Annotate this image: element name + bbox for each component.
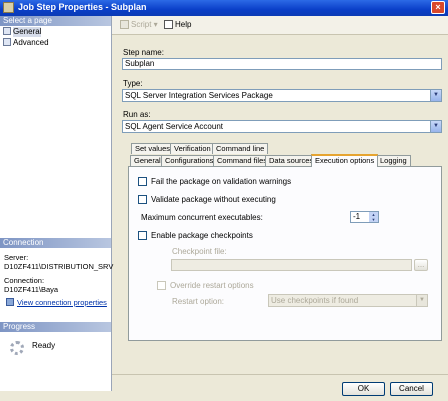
page-icon xyxy=(3,27,11,35)
help-icon xyxy=(164,20,173,29)
override-restart-checkbox[interactable]: Override restart options xyxy=(157,281,254,290)
sidebar-item-advanced[interactable]: Advanced xyxy=(3,38,49,48)
enable-checkpoints-checkbox[interactable]: Enable package checkpoints xyxy=(138,231,253,240)
chevron-down-icon: ▼ xyxy=(430,121,441,132)
tab-configurations[interactable]: Configurations xyxy=(161,155,218,166)
fail-on-warnings-checkbox[interactable]: Fail the package on validation warnings xyxy=(138,177,291,186)
tab-general[interactable]: General xyxy=(130,155,165,166)
checkpoint-file-label: Checkpoint file: xyxy=(172,247,227,256)
connection-value: D10ZF411\Baya xyxy=(4,285,59,294)
checkpoint-file-input[interactable] xyxy=(171,259,412,271)
run-as-select[interactable]: SQL Agent Service Account ▼ xyxy=(122,120,442,133)
type-select[interactable]: SQL Server Integration Services Package … xyxy=(122,89,442,102)
page-icon xyxy=(3,38,11,46)
restart-option-select[interactable]: Use checkpoints if found ▼ xyxy=(268,294,428,307)
tab-logging[interactable]: Logging xyxy=(376,155,411,166)
cancel-button[interactable]: Cancel xyxy=(390,382,433,396)
tab-set-values[interactable]: Set values xyxy=(131,143,175,154)
server-label: Server: xyxy=(4,253,29,262)
window-title: Job Step Properties - Subplan xyxy=(18,2,147,12)
tab-execution-options[interactable]: Execution options xyxy=(311,154,379,167)
step-name-input[interactable]: Subplan xyxy=(122,58,442,70)
connection-label: Connection: xyxy=(4,276,45,285)
view-connection-properties-link[interactable]: View connection properties xyxy=(6,298,107,307)
sidebar: Select a page General Advanced Connectio… xyxy=(0,16,113,391)
select-page-header: Select a page xyxy=(0,16,111,26)
sidebar-item-label: Advanced xyxy=(13,38,49,47)
type-label: Type: xyxy=(123,79,143,88)
script-button[interactable]: Script ▾ xyxy=(120,20,158,29)
close-button[interactable]: × xyxy=(431,1,445,14)
tab-command-line[interactable]: Command line xyxy=(212,143,269,154)
tab-command-files[interactable]: Command files xyxy=(213,155,272,166)
server-block: Server: D10ZF411\DISTRIBUTION_SRV xyxy=(4,253,113,271)
connection-properties-icon xyxy=(6,298,14,306)
help-button[interactable]: Help xyxy=(164,20,191,29)
chevron-down-icon: ▼ xyxy=(430,90,441,101)
script-icon xyxy=(120,20,129,29)
validate-without-executing-checkbox[interactable]: Validate package without executing xyxy=(138,195,276,204)
max-concurrent-label: Maximum concurrent executables: xyxy=(141,213,263,222)
ok-button[interactable]: OK xyxy=(342,382,385,396)
toolbar: Script ▾ Help xyxy=(112,16,448,35)
title-bar: Job Step Properties - Subplan × xyxy=(0,0,448,16)
browse-checkpoint-button[interactable]: ... xyxy=(414,259,428,271)
step-name-label: Step name: xyxy=(123,48,164,57)
progress-spinner-icon xyxy=(10,341,24,355)
tab-data-sources[interactable]: Data sources xyxy=(265,155,318,166)
server-value: D10ZF411\DISTRIBUTION_SRV xyxy=(4,262,114,271)
footer-divider xyxy=(112,374,448,375)
connection-header: Connection xyxy=(0,238,111,248)
progress-header: Progress xyxy=(0,322,111,332)
restart-option-label: Restart option: xyxy=(172,297,225,306)
app-icon xyxy=(3,2,14,13)
sidebar-item-general[interactable]: General xyxy=(3,27,42,37)
max-concurrent-spinbox[interactable]: -1 ▲ ▼ xyxy=(350,211,379,223)
connection-block: Connection: D10ZF411\Baya xyxy=(4,276,58,294)
tab-verification[interactable]: Verification xyxy=(170,143,215,154)
sidebar-item-label: General xyxy=(13,27,42,37)
chevron-down-icon: ▼ xyxy=(416,295,427,306)
run-as-label: Run as: xyxy=(123,110,151,119)
progress-status: Ready xyxy=(32,341,56,350)
spin-down-icon[interactable]: ▼ xyxy=(369,217,378,222)
